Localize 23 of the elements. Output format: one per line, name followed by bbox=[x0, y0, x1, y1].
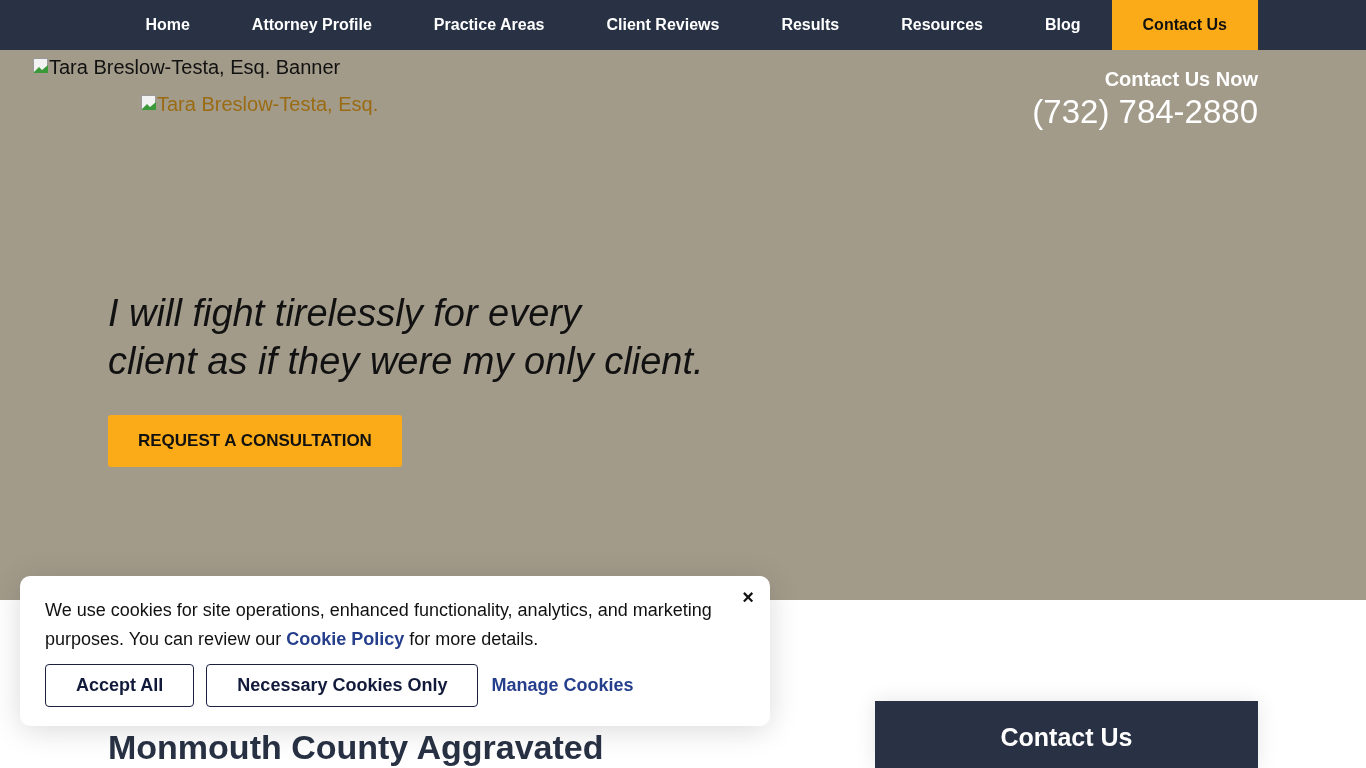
nav-link[interactable]: Practice Areas bbox=[402, 0, 576, 50]
cookie-button[interactable]: Accept All bbox=[45, 664, 195, 707]
nav-link[interactable]: Attorney Profile bbox=[220, 0, 403, 50]
banner-image-alt-text: Tara Breslow-Testa, Esq. Banner bbox=[33, 56, 341, 79]
nav-link[interactable]: Resources bbox=[870, 0, 1014, 50]
nav-link[interactable]: Client Reviews bbox=[575, 0, 751, 50]
cookie-button[interactable]: Necessary Cookies Only bbox=[206, 664, 479, 707]
broken-image-icon bbox=[141, 95, 157, 111]
page-heading: Monmouth County Aggravated bbox=[108, 728, 604, 768]
nav-link[interactable]: Home bbox=[114, 0, 221, 50]
nav-link[interactable]: Blog bbox=[1014, 0, 1112, 50]
hero-quote: client as if they were my only client. bbox=[108, 339, 705, 384]
nav-link[interactable]: Results bbox=[750, 0, 871, 50]
manage-cookies-link[interactable]: Manage Cookies bbox=[491, 675, 634, 696]
hero-quote: I will fight tirelessly for every bbox=[108, 291, 584, 336]
nav-link[interactable]: Contact Us bbox=[1111, 0, 1258, 50]
close-button[interactable]: × bbox=[738, 584, 758, 611]
broken-image-icon bbox=[33, 58, 49, 74]
cookie-notice-text: We use cookies for site operations, enhanced functionality, analytics, and marketing purposes. You can review our Cookie Policy for more details. bbox=[45, 599, 713, 651]
cookie-policy-link[interactable]: Cookie Policy bbox=[286, 629, 405, 649]
consultation-button[interactable]: REQUEST A CONSULTATION bbox=[108, 415, 402, 467]
contact-label: Contact Us Now bbox=[1104, 68, 1258, 91]
contact-card-title: Contact Us bbox=[1000, 723, 1133, 753]
